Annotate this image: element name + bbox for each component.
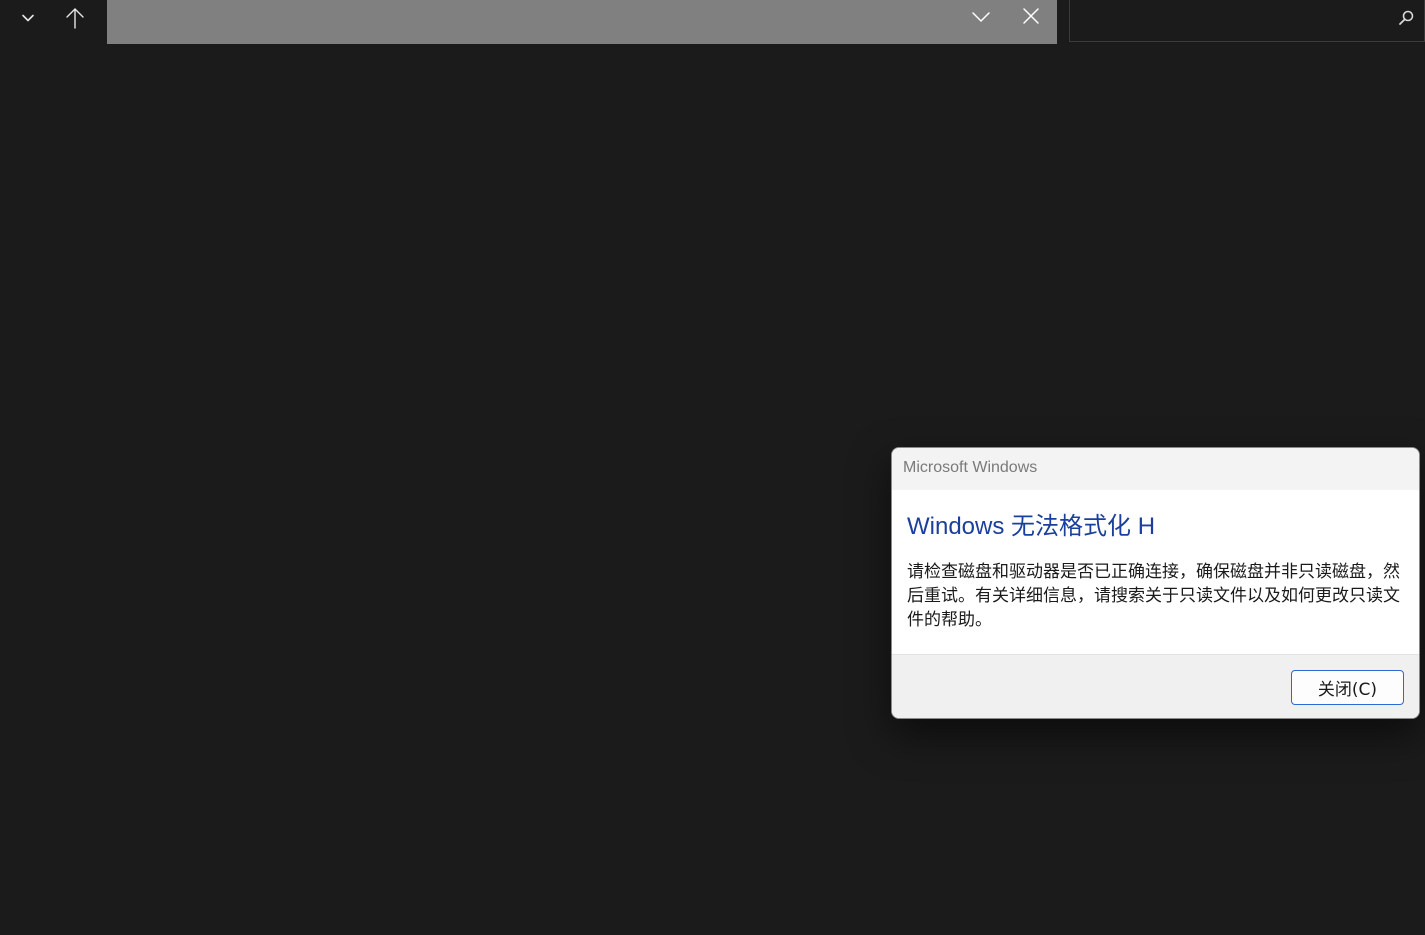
close-button[interactable]: 关闭(C) <box>1291 670 1404 705</box>
dialog-message: 请检查磁盘和驱动器是否已正确连接，确保磁盘并非只读磁盘，然后重试。有关详细信息，… <box>907 562 1400 630</box>
address-bar[interactable] <box>107 0 1057 44</box>
dialog-heading: Windows 无法格式化 H <box>907 513 1156 540</box>
search-icon[interactable] <box>1396 8 1416 28</box>
chevron-down-icon <box>971 9 991 28</box>
dialog-footer: 关闭(C) <box>892 654 1419 718</box>
address-dropdown-button[interactable] <box>966 0 996 36</box>
error-dialog: Microsoft Windows Windows 无法格式化 H 请检查磁盘和… <box>891 447 1420 719</box>
search-input[interactable] <box>1070 0 1390 40</box>
dialog-title: Microsoft Windows <box>903 459 1038 476</box>
dialog-body: Windows 无法格式化 H 请检查磁盘和驱动器是否已正确连接，确保磁盘并非只… <box>892 490 1419 654</box>
up-button[interactable] <box>57 0 93 36</box>
dialog-titlebar[interactable]: Microsoft Windows <box>892 448 1419 490</box>
address-clear-button[interactable] <box>1016 0 1046 36</box>
explorer-toolbar <box>0 0 1425 44</box>
search-box[interactable] <box>1069 0 1425 42</box>
arrow-up-icon <box>65 7 85 29</box>
recent-locations-button[interactable] <box>10 0 46 36</box>
chevron-down-icon <box>21 11 35 25</box>
close-icon <box>1022 7 1040 29</box>
